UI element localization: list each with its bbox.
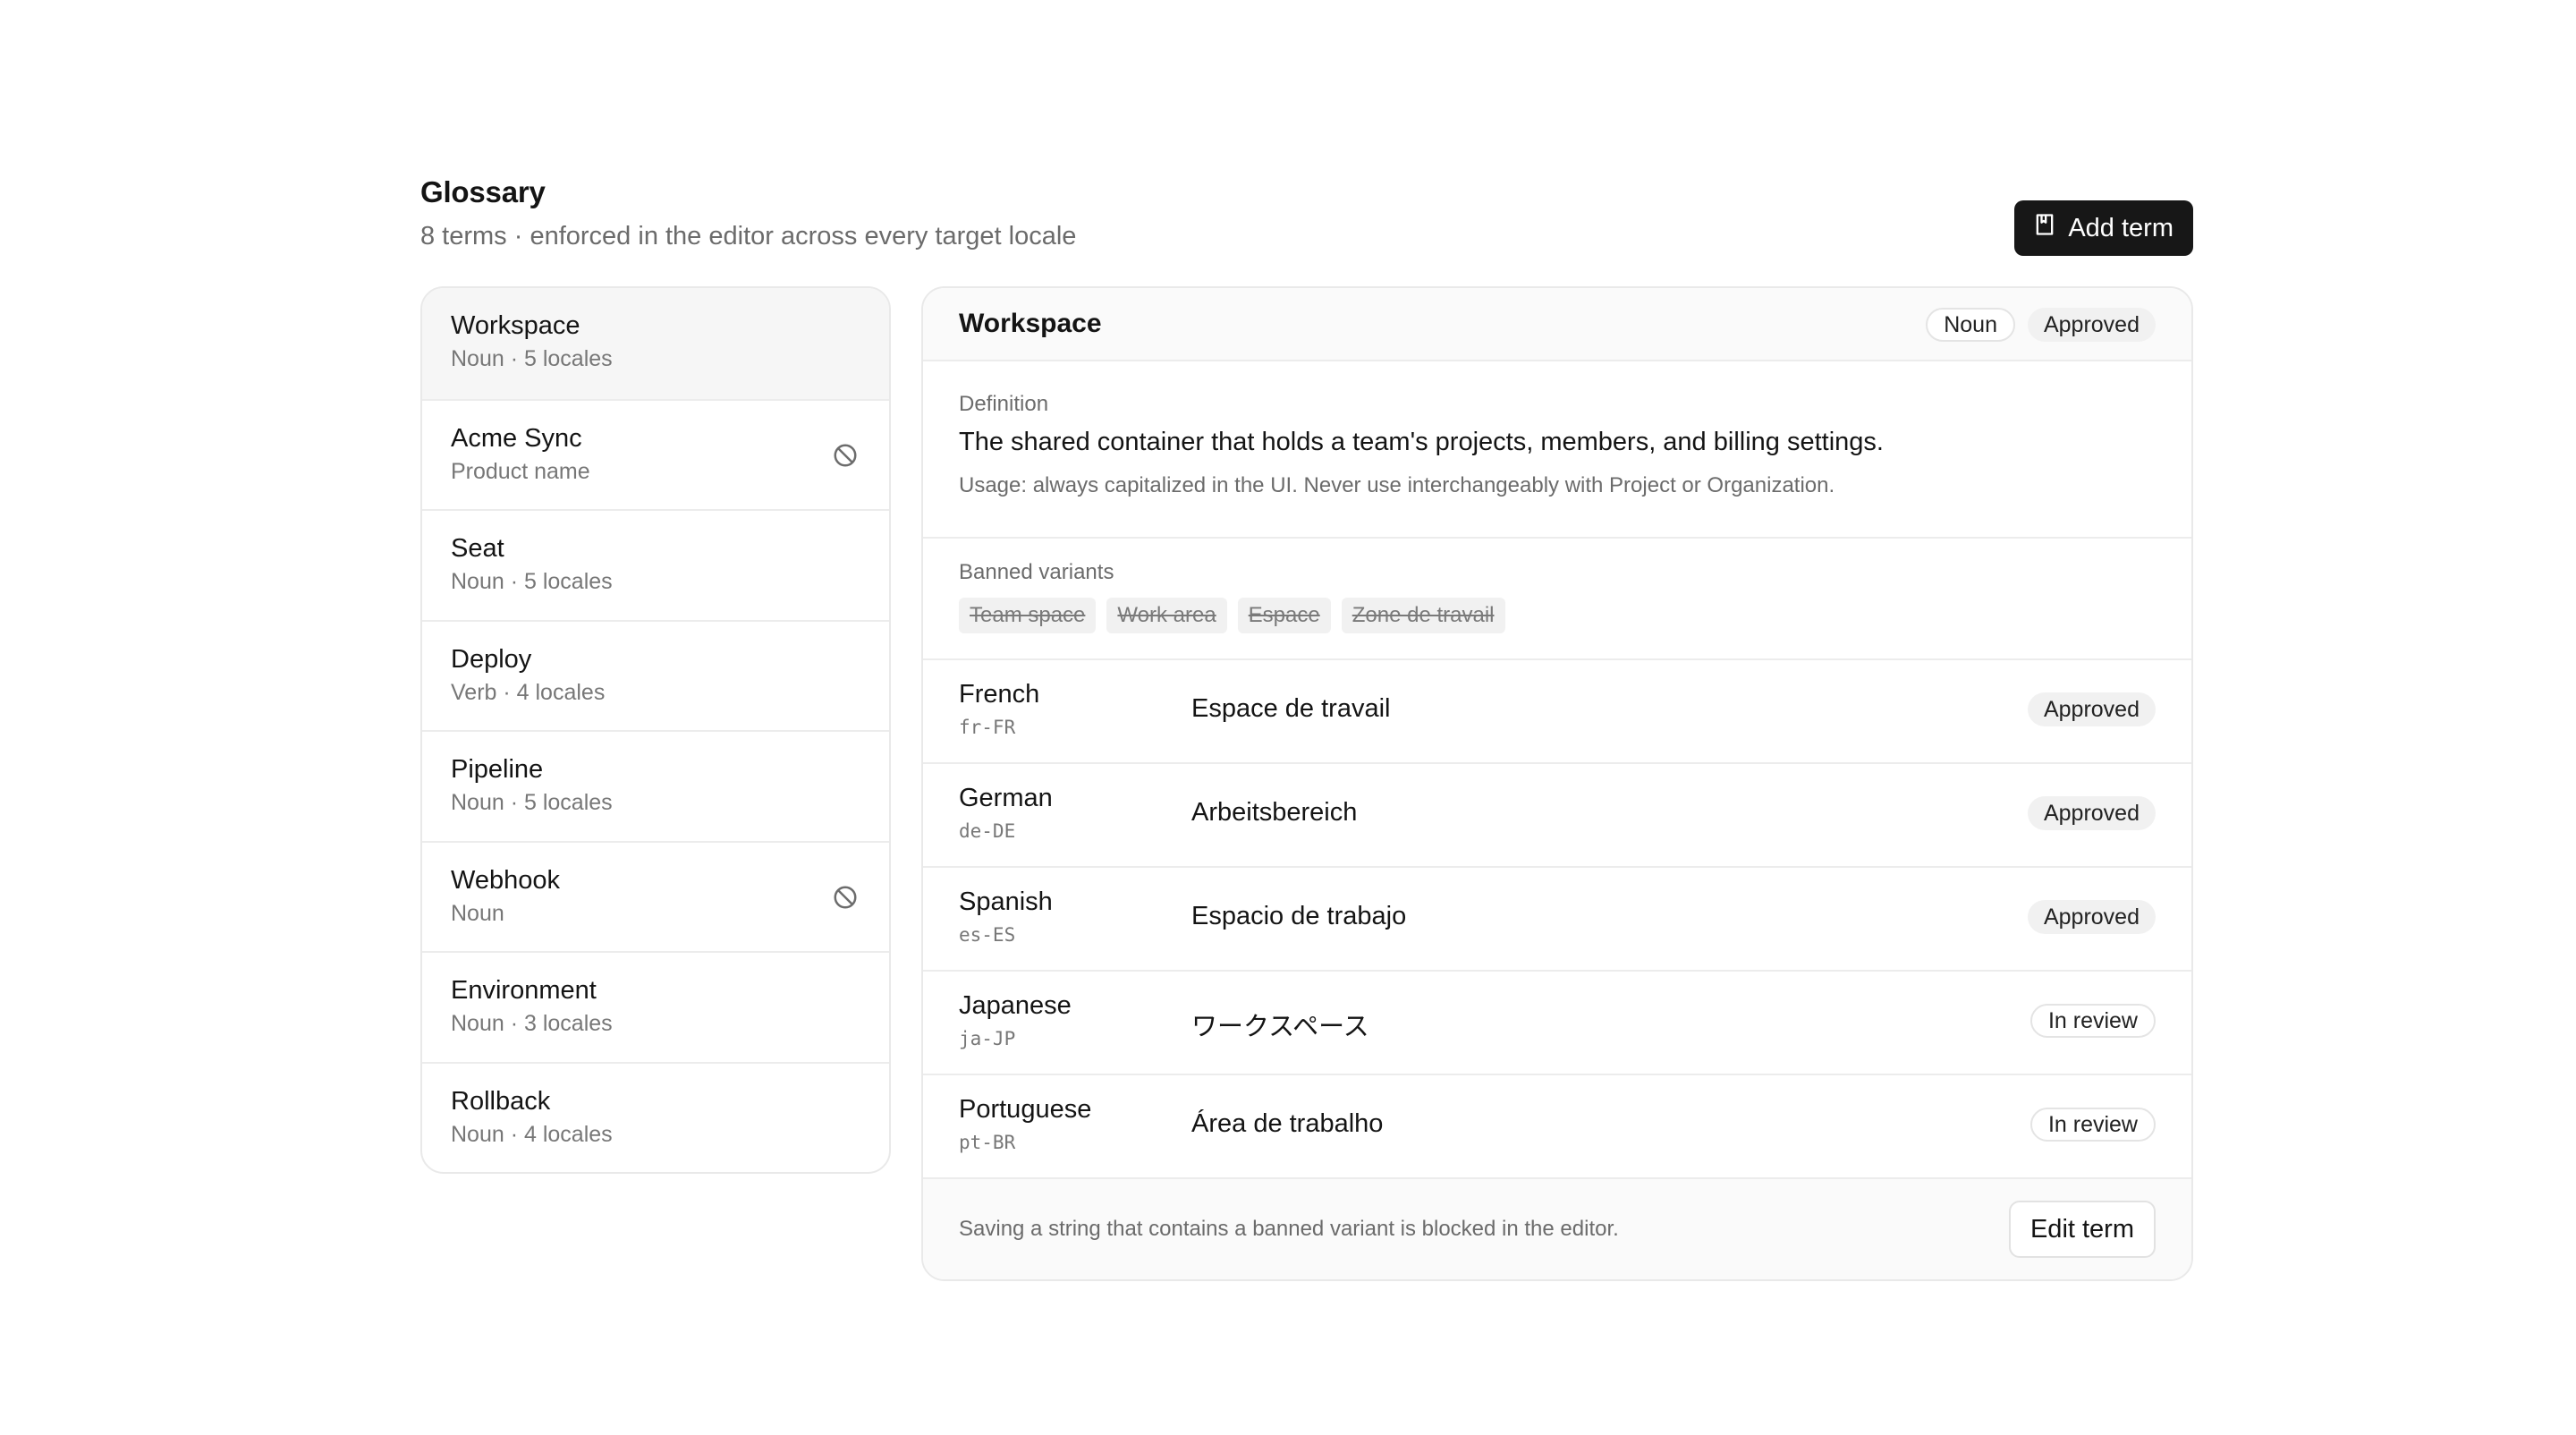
term-name: Webhook <box>451 865 560 895</box>
locale-translation: Arbeitsbereich <box>1191 798 1358 827</box>
detail-header: Workspace Noun Approved <box>923 288 2191 361</box>
locale-code: es-ES <box>959 924 1016 946</box>
definition-section: Definition The shared container that hol… <box>923 361 2191 539</box>
term-meta: Verb · 4 locales <box>451 679 606 705</box>
term-item-webhook[interactable]: Webhook Noun <box>422 840 889 952</box>
detail-title: Workspace <box>959 309 1102 338</box>
locale-code: de-DE <box>959 820 1016 842</box>
term-meta: Noun · 5 locales <box>451 569 613 594</box>
locale-status-badge: In review <box>2029 1004 2156 1038</box>
term-item-environment[interactable]: Environment Noun · 3 locales <box>422 951 889 1062</box>
footer-note: Saving a string that contains a banned v… <box>959 1217 1619 1241</box>
locale-language: Spanish <box>959 887 1053 916</box>
term-list: Workspace Noun · 5 locales Acme Sync Pro… <box>420 286 891 1174</box>
locale-row-spanish[interactable]: Spanish es-ES Espacio de trabajo Approve… <box>923 868 2191 972</box>
banned-label: Banned variants <box>959 560 1114 584</box>
term-name: Seat <box>451 534 504 563</box>
detail-chips: Noun Approved <box>1926 308 2156 342</box>
term-detail-panel: Workspace Noun Approved Definition The s… <box>921 286 2193 1281</box>
banned-variants-section: Banned variants Team space Work area Esp… <box>923 539 2191 660</box>
term-meta: Noun · 5 locales <box>451 790 613 815</box>
term-meta: Noun · 4 locales <box>451 1121 613 1147</box>
term-item-pipeline[interactable]: Pipeline Noun · 5 locales <box>422 730 889 841</box>
locale-language: Japanese <box>959 991 1072 1020</box>
locale-code: ja-JP <box>959 1028 1016 1049</box>
term-item-workspace[interactable]: Workspace Noun · 5 locales <box>422 288 889 399</box>
locale-code: pt-BR <box>959 1132 1016 1153</box>
locale-status-badge: Approved <box>2027 796 2156 830</box>
term-item-seat[interactable]: Seat Noun · 5 locales <box>422 509 889 620</box>
edit-term-button[interactable]: Edit term <box>2008 1201 2156 1258</box>
term-name: Workspace <box>451 311 580 340</box>
banned-variant-chip: Work area <box>1106 598 1227 633</box>
banned-list: Team space Work area Espace Zone de trav… <box>959 598 2156 633</box>
term-name: Deploy <box>451 644 532 674</box>
book-plus-icon <box>2032 212 2057 244</box>
detail-footer: Saving a string that contains a banned v… <box>923 1179 2191 1279</box>
locale-status-badge: Approved <box>2027 900 2156 934</box>
locale-row-french[interactable]: French fr-FR Espace de travail Approved <box>923 660 2191 764</box>
term-meta: Noun · 3 locales <box>451 1011 613 1036</box>
glossary-page: Glossary 8 terms · enforced in the edito… <box>420 175 2193 1281</box>
usage-note: Usage: always capitalized in the UI. Nev… <box>959 473 1835 497</box>
term-meta: Noun <box>451 900 504 926</box>
part-of-speech-badge: Noun <box>1926 308 2015 342</box>
locale-row-japanese[interactable]: Japanese ja-JP ワークスペース In review <box>923 972 2191 1075</box>
term-name: Rollback <box>451 1086 551 1116</box>
term-item-acme-sync[interactable]: Acme Sync Product name <box>422 398 889 510</box>
banned-variant-chip: Zone de travail <box>1341 598 1505 633</box>
term-name: Acme Sync <box>451 423 582 453</box>
definition-text: The shared container that holds a team's… <box>959 428 1884 456</box>
locale-translation: Espace de travail <box>1191 694 1391 723</box>
term-item-rollback[interactable]: Rollback Noun · 4 locales <box>422 1061 889 1173</box>
locale-translation: ワークスペース <box>1191 1013 1369 1041</box>
locale-status-badge: In review <box>2029 1108 2156 1142</box>
page-header: Glossary 8 terms · enforced in the edito… <box>420 175 2193 256</box>
banned-variant-chip: Espace <box>1237 598 1331 633</box>
ban-icon <box>832 442 859 469</box>
locale-translation: Área de trabalho <box>1191 1109 1384 1138</box>
locale-code: fr-FR <box>959 717 1016 738</box>
page-subtitle: 8 terms · enforced in the editor across … <box>420 222 1077 250</box>
term-name: Environment <box>451 976 597 1005</box>
add-term-label: Add term <box>2068 213 2174 242</box>
locale-language: German <box>959 784 1053 812</box>
status-badge: Approved <box>2027 308 2156 342</box>
locale-language: Portuguese <box>959 1095 1092 1124</box>
banned-variant-chip: Team space <box>959 598 1097 633</box>
add-term-button[interactable]: Add term <box>2014 200 2193 256</box>
term-meta: Noun · 5 locales <box>451 346 613 371</box>
term-meta: Product name <box>451 458 590 484</box>
page-title: Glossary <box>420 175 546 208</box>
term-item-deploy[interactable]: Deploy Verb · 4 locales <box>422 619 889 731</box>
locale-translation: Espacio de trabajo <box>1191 902 1407 930</box>
locale-status-badge: Approved <box>2027 692 2156 726</box>
locale-row-portuguese[interactable]: Portuguese pt-BR Área de trabalho In rev… <box>923 1075 2191 1179</box>
locale-row-german[interactable]: German de-DE Arbeitsbereich Approved <box>923 764 2191 868</box>
locale-language: French <box>959 680 1040 709</box>
term-name: Pipeline <box>451 755 544 784</box>
ban-icon <box>832 884 859 911</box>
definition-label: Definition <box>959 392 1049 416</box>
